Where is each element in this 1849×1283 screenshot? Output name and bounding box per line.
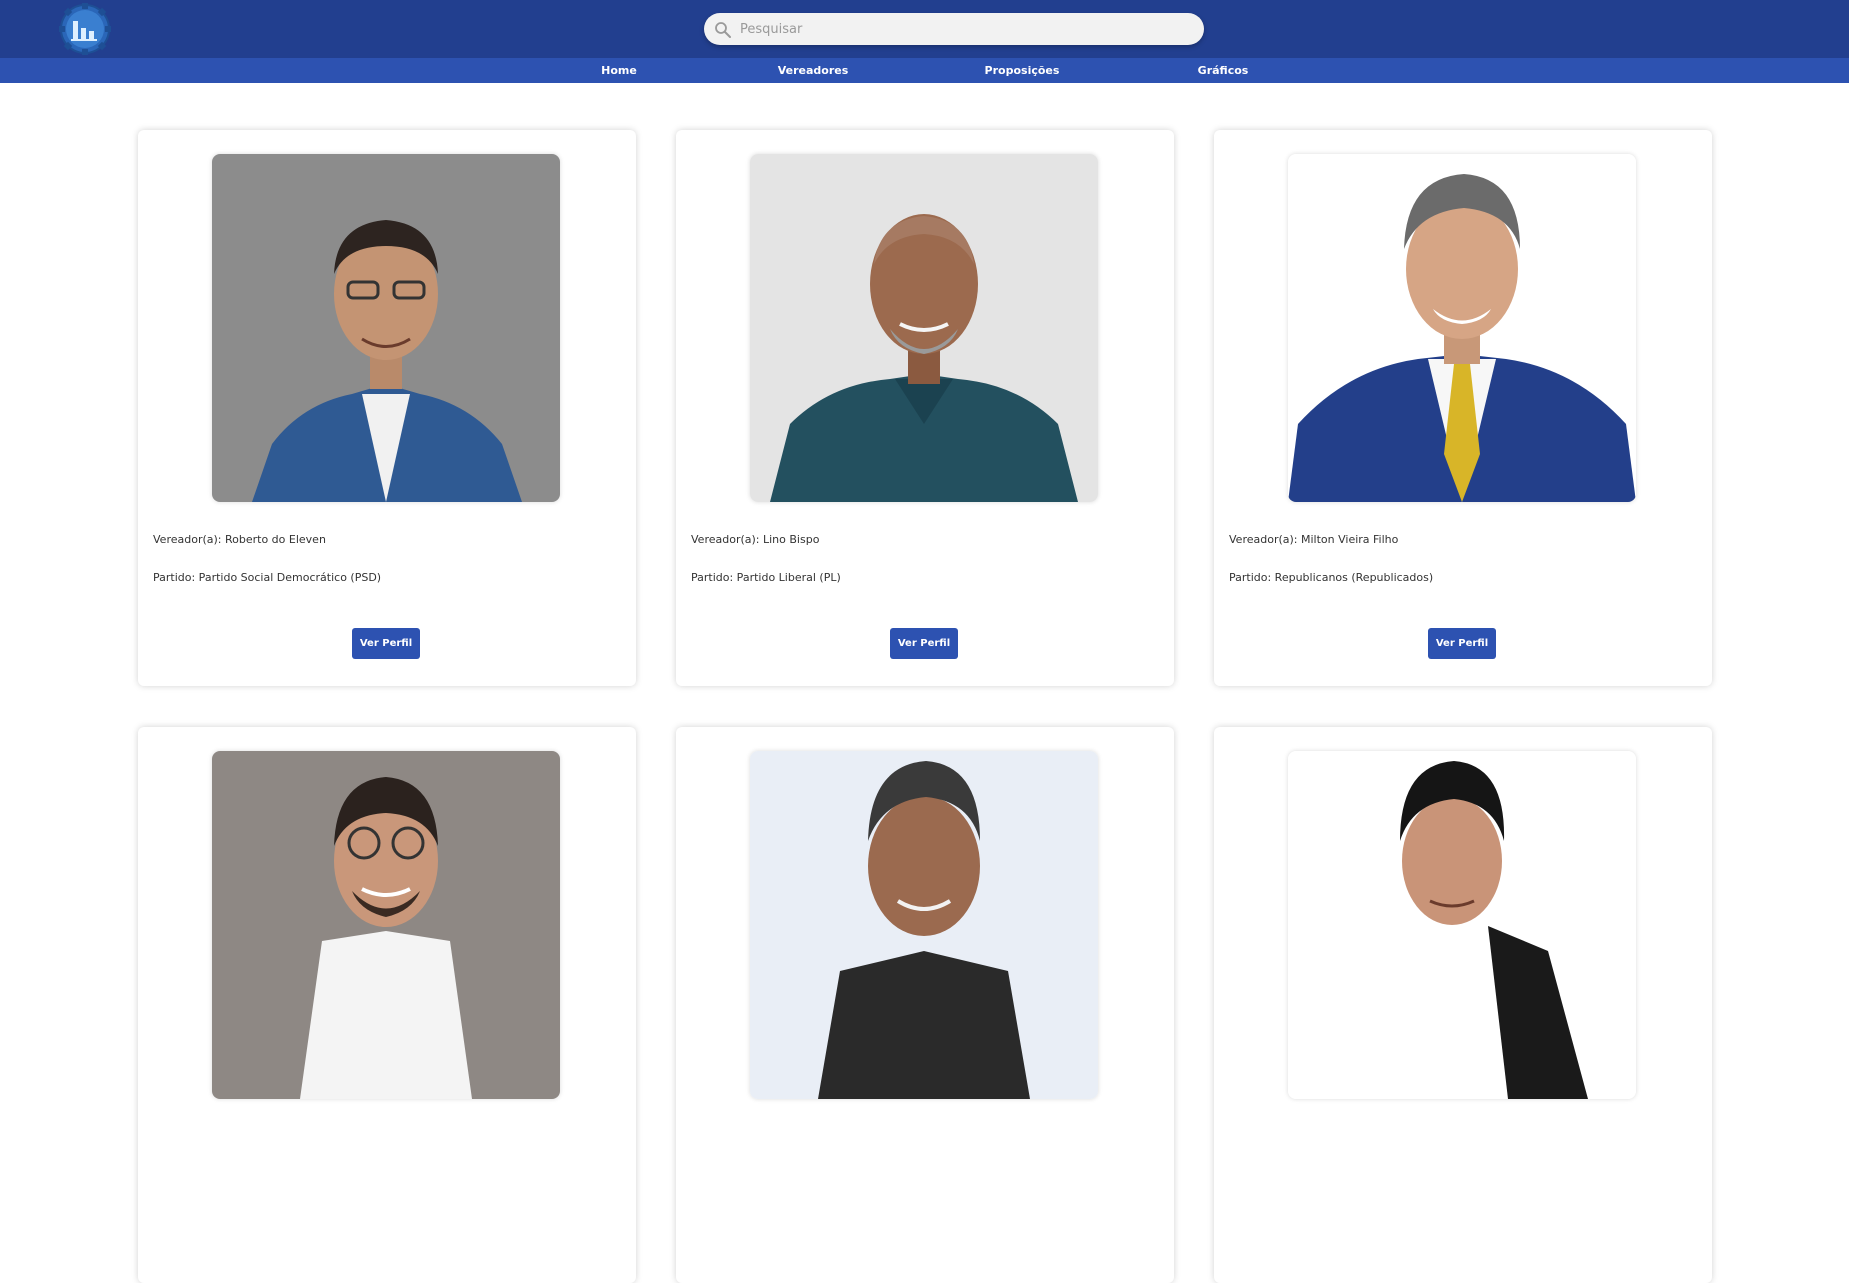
nav-item-home[interactable]: Home	[601, 58, 637, 83]
councilor-name: Vereador(a): Lino Bispo	[691, 533, 820, 546]
councilor-party: Partido: Partido Liberal (PL)	[691, 571, 841, 584]
councilor-card: Vereador(a): Milton Vieira Filho Partido…	[1214, 130, 1712, 686]
search-bar	[704, 13, 1204, 45]
councilor-card	[138, 727, 636, 1283]
councilor-card	[1214, 727, 1712, 1283]
top-header	[0, 0, 1849, 58]
councilor-party: Partido: Republicanos (Republicados)	[1229, 571, 1434, 584]
view-profile-button[interactable]: Ver Perfil	[352, 628, 420, 659]
view-profile-button[interactable]: Ver Perfil	[1428, 628, 1496, 659]
main-nav: Home Vereadores Proposições Gráficos	[0, 58, 1849, 83]
councilor-card: Vereador(a): Roberto do Eleven Partido: …	[138, 130, 636, 686]
councilor-photo	[212, 751, 560, 1099]
councilor-photo	[1288, 154, 1636, 502]
councilor-photo	[1288, 751, 1636, 1099]
councilor-photo	[750, 154, 1098, 502]
councilor-card	[676, 727, 1174, 1283]
nav-item-graficos[interactable]: Gráficos	[1198, 58, 1249, 83]
councilor-party: Partido: Partido Social Democrático (PSD…	[153, 571, 382, 584]
search-input[interactable]	[740, 13, 1190, 45]
search-icon	[715, 22, 731, 38]
nav-item-vereadores[interactable]: Vereadores	[778, 58, 849, 83]
councilor-name: Vereador(a): Milton Vieira Filho	[1229, 533, 1399, 546]
nav-item-proposicoes[interactable]: Proposições	[985, 58, 1060, 83]
councilor-photo	[750, 751, 1098, 1099]
councilor-photo	[212, 154, 560, 502]
app-logo-icon[interactable]	[58, 3, 112, 55]
councilor-name: Vereador(a): Roberto do Eleven	[153, 533, 326, 546]
view-profile-button[interactable]: Ver Perfil	[890, 628, 958, 659]
councilor-card: Vereador(a): Lino Bispo Partido: Partido…	[676, 130, 1174, 686]
